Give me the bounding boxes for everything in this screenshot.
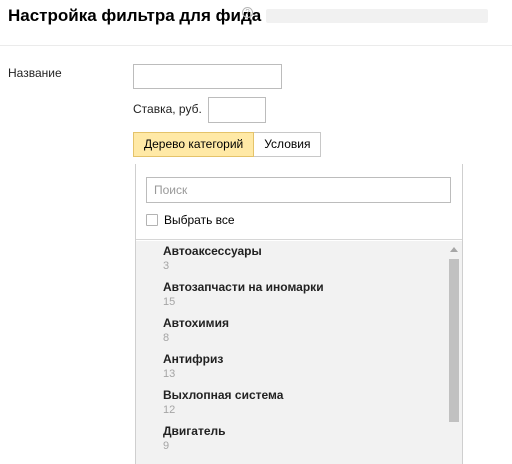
category-name: Автоаксессуары [163,244,262,258]
category-item[interactable]: Выхлопная система 12 [163,388,433,417]
category-count: 8 [163,332,170,344]
name-label: Название [8,66,62,80]
tab-conditions[interactable]: Условия [254,132,322,157]
category-name: Выхлопная система [163,388,284,402]
category-item[interactable]: Автозапчасти на иномарки 15 [163,280,433,309]
tab-category-tree[interactable]: Дерево категорий [133,132,255,157]
search-input[interactable] [146,177,451,203]
category-tree-panel: Выбрать все Автоаксессуары 3 Автозапчаст… [135,164,463,464]
rate-input[interactable] [208,97,266,123]
category-count: 12 [163,404,176,416]
category-name: Антифриз [163,352,224,366]
scroll-up-arrow-icon[interactable] [450,247,458,252]
select-all-control[interactable]: Выбрать все [146,213,235,227]
category-count: 3 [163,260,170,272]
category-count: 13 [163,368,176,380]
filter-tabs: Дерево категорий Условия [133,132,322,157]
rate-label: Ставка, руб. [133,102,202,116]
page-header: Настройка фильтра для фида ? [0,0,512,46]
help-icon[interactable]: ? [242,7,253,18]
category-tree-toolbar: Выбрать все [136,164,462,240]
scrollbar-thumb[interactable] [449,259,459,422]
category-name: Автозапчасти на иномарки [163,280,324,294]
select-all-checkbox[interactable] [146,214,158,226]
page-title: Настройка фильтра для фида [8,6,262,25]
select-all-label[interactable]: Выбрать все [164,213,235,227]
category-item[interactable]: Двигатель 9 [163,424,433,453]
category-name: Двигатель [163,424,226,438]
category-list: Автоаксессуары 3 Автозапчасти на иномарк… [136,241,462,464]
category-name: Автохимия [163,316,229,330]
category-count: 9 [163,440,170,452]
category-count: 15 [163,296,176,308]
category-list-scrollbar[interactable] [447,241,461,464]
category-item[interactable]: Автоаксессуары 3 [163,244,433,273]
category-item[interactable]: Антифриз 13 [163,352,433,381]
name-input[interactable] [133,64,282,89]
feed-name-redacted [266,9,488,23]
category-item[interactable]: Автохимия 8 [163,316,433,345]
